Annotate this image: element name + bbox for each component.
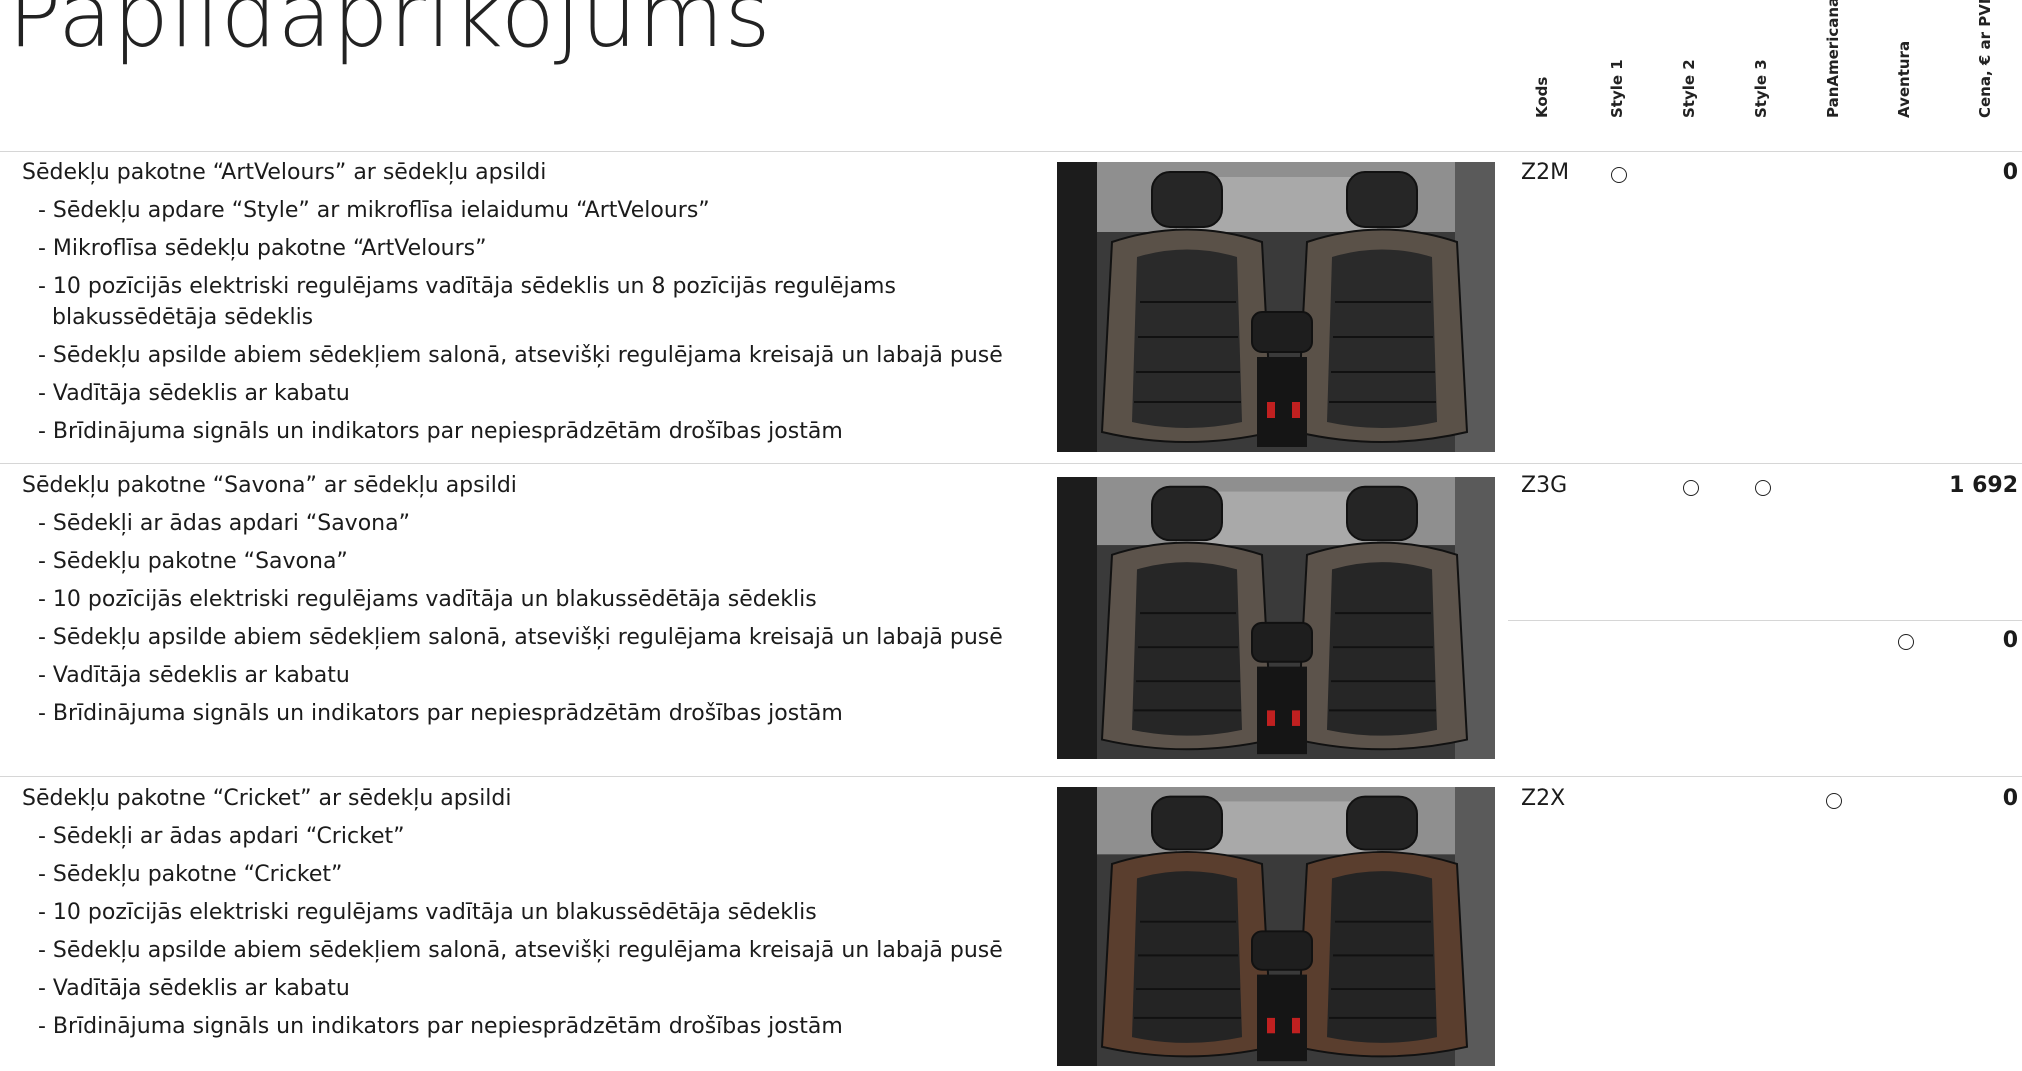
- option-feature: - Brīdinājuma signāls un indikators par …: [38, 701, 843, 726]
- availability-mark: [1755, 480, 1771, 496]
- row-divider: [0, 776, 2022, 777]
- option-feature: - 10 pozīcijās elektriski regulējams vad…: [38, 900, 817, 925]
- option-code: Z2X: [1521, 786, 1566, 811]
- option-feature: - Mikroflīsa sēdekļu pakotne “ArtVelours…: [38, 236, 487, 261]
- option-title: Sēdekļu pakotne “ArtVelours” ar sēdekļu …: [22, 160, 547, 185]
- option-feature: - Sēdekļi ar ādas apdari “Cricket”: [38, 824, 405, 849]
- option-feature: - Sēdekļu apsilde abiem sēdekļiem salonā…: [38, 625, 1003, 650]
- option-code: Z3G: [1521, 473, 1568, 498]
- option-price: 0: [2002, 628, 2018, 653]
- option-feature: - 10 pozīcijās elektriski regulējams vad…: [38, 274, 896, 299]
- option-feature: - Sēdekļu apsilde abiem sēdekļiem salonā…: [38, 343, 1003, 368]
- option-feature: - Brīdinājuma signāls un indikators par …: [38, 1014, 843, 1039]
- column-header-style2: Style 2: [1680, 59, 1698, 118]
- column-header-code: Kods: [1533, 76, 1551, 118]
- availability-mark: [1683, 480, 1699, 496]
- option-feature: - Sēdekļu pakotne “Cricket”: [38, 862, 343, 887]
- page-title: Papildaprīkojums: [8, 0, 772, 67]
- option-feature: - Brīdinājuma signāls un indikators par …: [38, 419, 843, 444]
- column-header-aventura: Aventura: [1895, 40, 1913, 118]
- column-header-style1: Style 1: [1608, 59, 1626, 118]
- row-divider: [0, 463, 2022, 464]
- option-feature: - Vadītāja sēdeklis ar kabatu: [38, 381, 350, 406]
- option-feature: - Sēdekļi ar ādas apdari “Savona”: [38, 511, 410, 536]
- seat-illustration: [1057, 477, 1495, 759]
- column-header-price: Cena, € ar PVN: [1976, 0, 1994, 118]
- option-price: 0: [2002, 160, 2018, 185]
- option-feature: - Vadītāja sēdeklis ar kabatu: [38, 663, 350, 688]
- option-feature: - Vadītāja sēdeklis ar kabatu: [38, 976, 350, 1001]
- column-header-panamericana: PanAmericana: [1824, 0, 1842, 118]
- option-price: 1 692: [1949, 473, 2018, 498]
- option-feature: - Sēdekļu apsilde abiem sēdekļiem salonā…: [38, 938, 1003, 963]
- option-feature: - 10 pozīcijās elektriski regulējams vad…: [38, 587, 817, 612]
- entry-divider: [1508, 620, 2022, 621]
- option-feature: blakussēdētāja sēdeklis: [52, 305, 314, 330]
- option-feature: - Sēdekļu apdare “Style” ar mikroflīsa i…: [38, 198, 710, 223]
- seat-image: [1057, 477, 1495, 759]
- availability-mark: [1826, 793, 1842, 809]
- seat-illustration: [1057, 162, 1495, 452]
- option-feature: - Sēdekļu pakotne “Savona”: [38, 549, 348, 574]
- seat-illustration: [1057, 787, 1495, 1066]
- header-divider: [0, 151, 2022, 152]
- option-code: Z2M: [1521, 160, 1570, 185]
- option-price: 0: [2002, 786, 2018, 811]
- availability-mark: [1611, 167, 1627, 183]
- column-header-style3: Style 3: [1752, 59, 1770, 118]
- availability-mark: [1898, 634, 1914, 650]
- seat-image: [1057, 787, 1495, 1066]
- option-title: Sēdekļu pakotne “Savona” ar sēdekļu apsi…: [22, 473, 517, 498]
- seat-image: [1057, 162, 1495, 452]
- option-title: Sēdekļu pakotne “Cricket” ar sēdekļu aps…: [22, 786, 512, 811]
